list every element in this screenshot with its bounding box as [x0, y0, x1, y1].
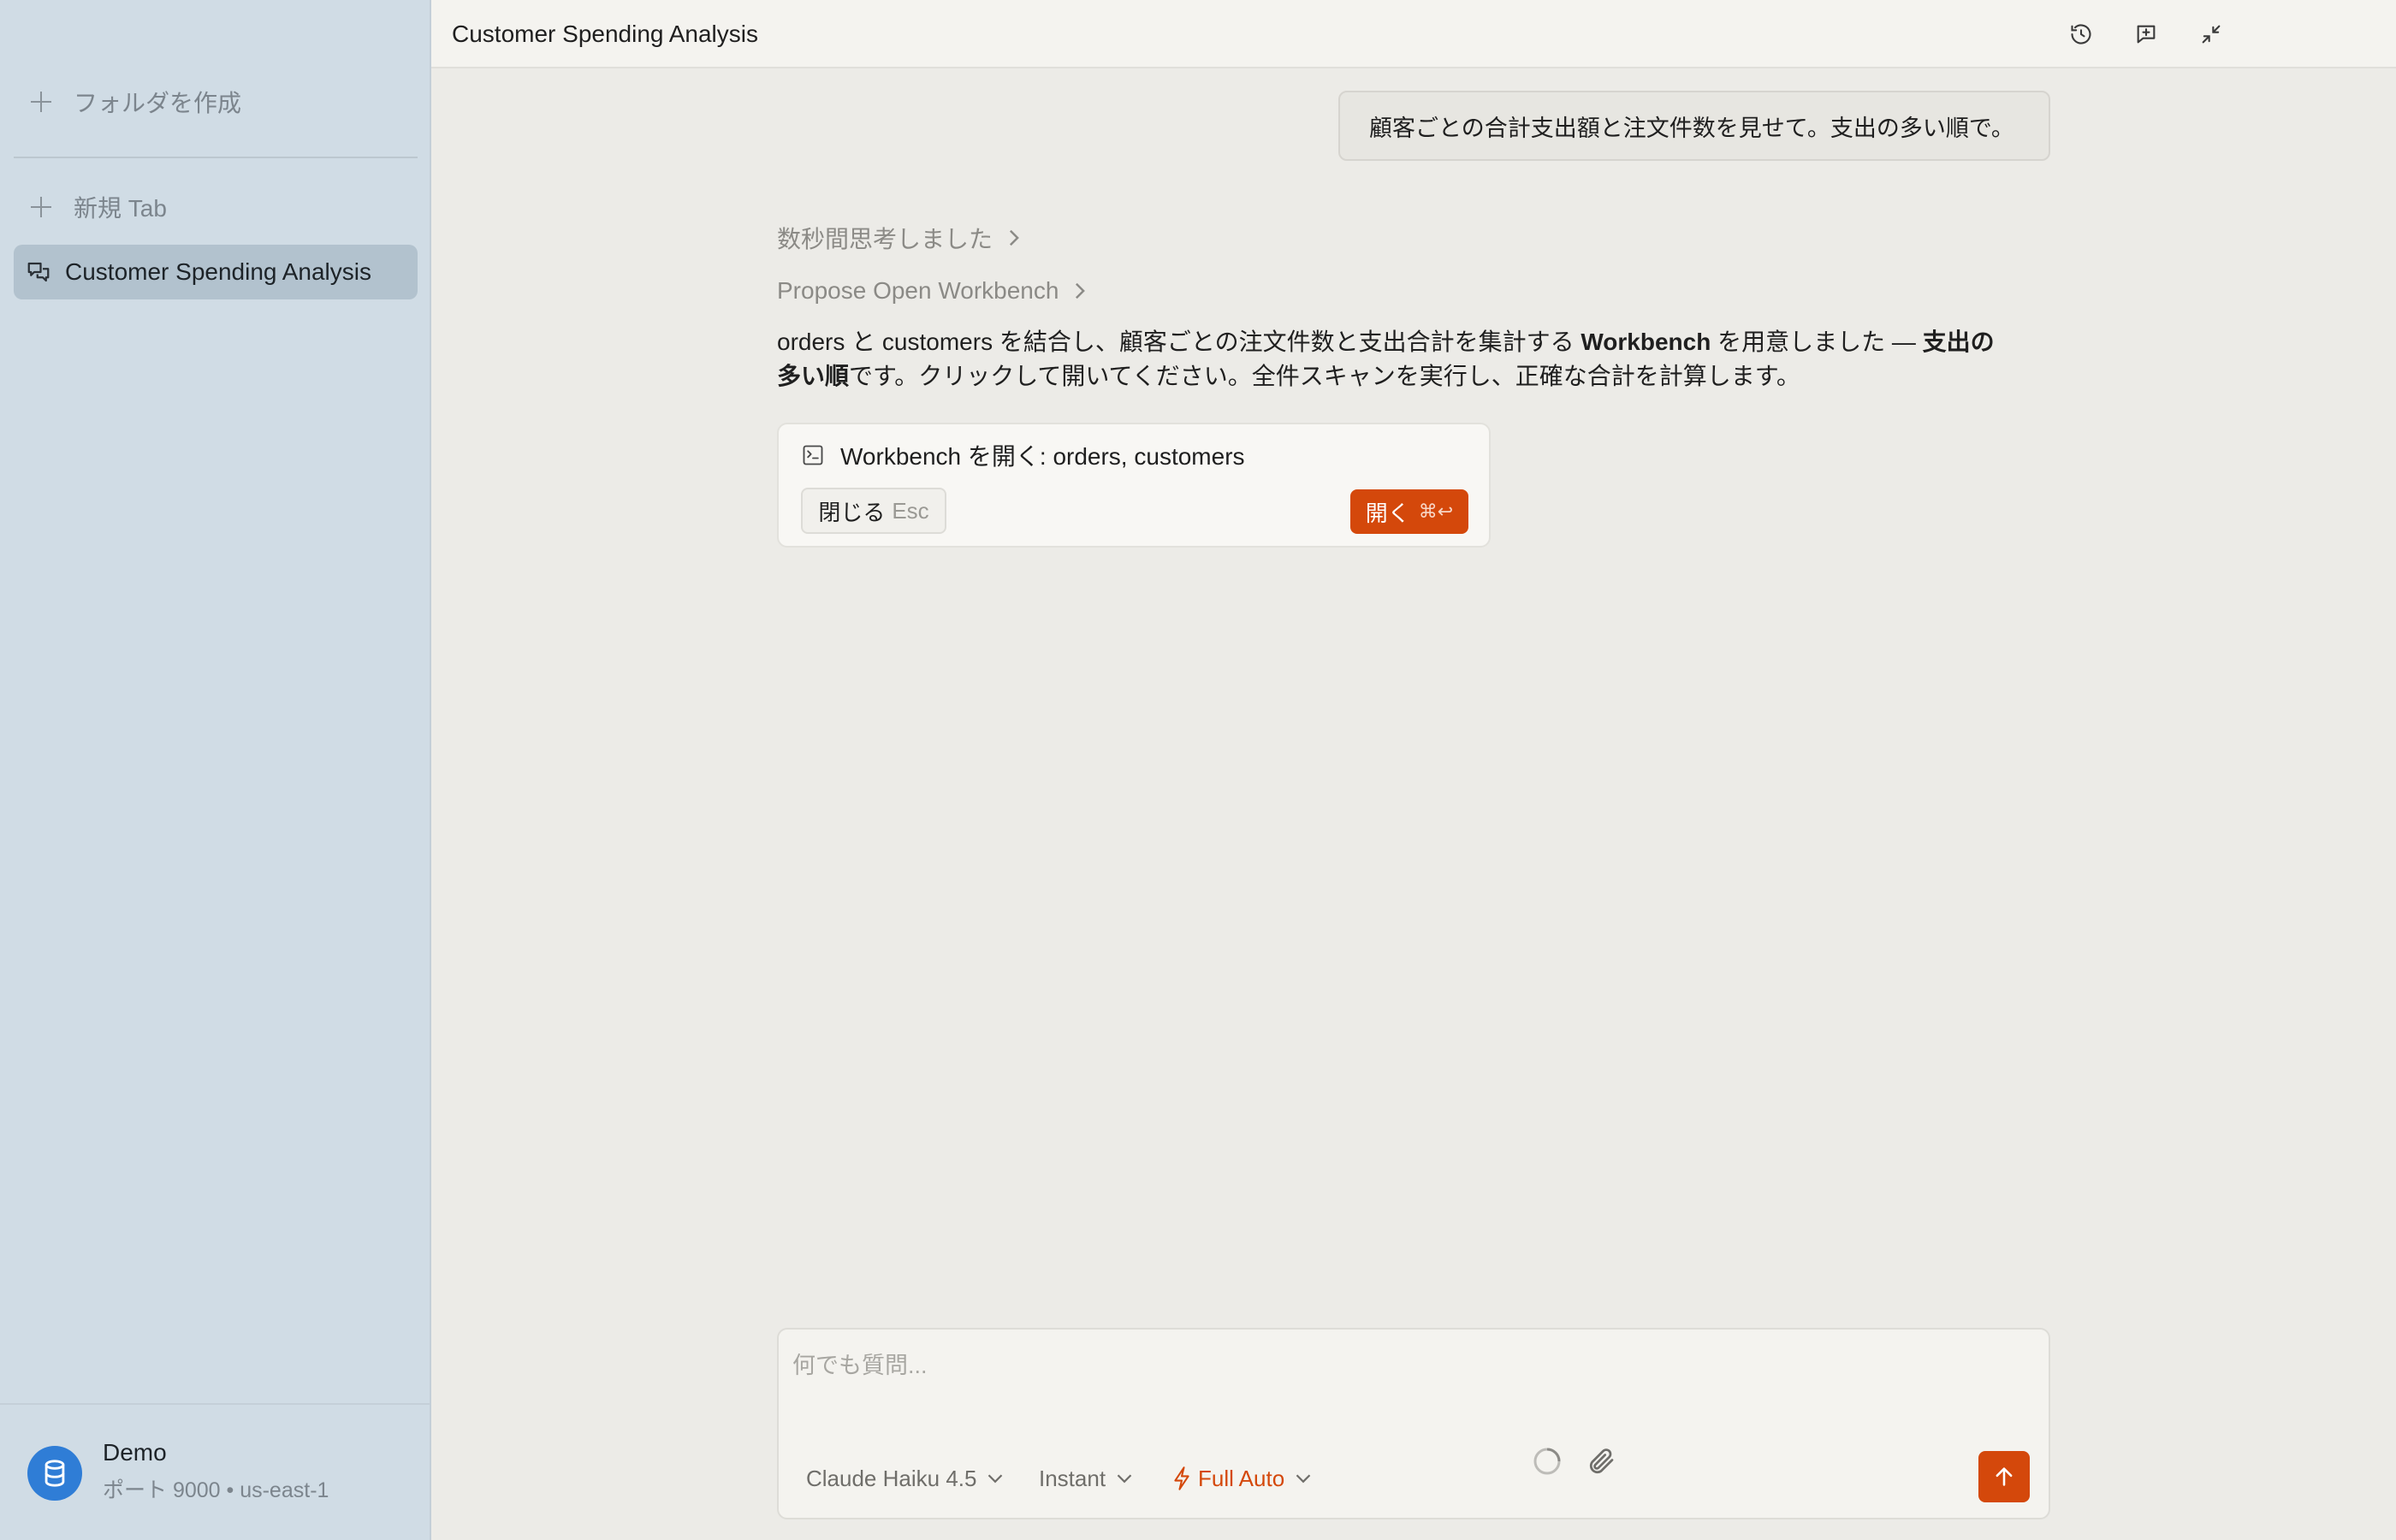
mode-label: Full Auto [1198, 1465, 1285, 1491]
chevron-down-icon [988, 1474, 1003, 1484]
create-folder-button[interactable]: フォルダを作成 [14, 74, 418, 129]
new-chat-icon[interactable] [2129, 17, 2163, 51]
chevron-down-icon [1117, 1474, 1132, 1484]
paperclip-icon[interactable] [1586, 1444, 1617, 1483]
close-shortcut-hint: Esc [892, 497, 929, 524]
answer-bold: Workbench [1581, 329, 1711, 355]
arrow-up-icon [1996, 1467, 2013, 1486]
create-folder-label: フォルダを作成 [74, 90, 242, 116]
thinking-label: 数秒間思考しました [777, 226, 993, 252]
terminal-icon [803, 445, 823, 465]
plus-icon [29, 195, 53, 219]
top-bar: Customer Spending Analysis [431, 0, 2396, 68]
history-icon[interactable] [2064, 17, 2098, 51]
speed-selector[interactable]: Instant [1039, 1461, 1133, 1496]
answer-text: を用意しました — [1711, 329, 1923, 355]
connection-name: Demo [103, 1439, 167, 1466]
assistant-answer: orders と customers を結合し、顧客ごとの注文件数と支出合計を集… [777, 325, 2001, 394]
chevron-right-icon [1076, 282, 1086, 299]
close-label: 閉じる [818, 499, 886, 525]
sidebar-item-customer-spending-analysis[interactable]: Customer Spending Analysis [14, 245, 418, 299]
open-workbench-button[interactable]: 開く ⌘↩ [1350, 489, 1468, 534]
answer-text: です。クリックして開いてください。全件スキャンを実行し、正確な合計を計算します。 [849, 363, 1800, 389]
new-tab-button[interactable]: 新規 Tab [14, 180, 418, 234]
send-button[interactable] [1978, 1451, 2030, 1502]
new-tab-label: 新規 Tab [74, 195, 167, 222]
message-composer: Claude Haiku 4.5 Instant Full Auto [777, 1328, 2050, 1519]
connection-footer[interactable]: Demo ポート 9000 • us-east-1 [0, 1403, 430, 1540]
model-label: Claude Haiku 4.5 [806, 1465, 977, 1491]
user-message-text: 顧客ごとの合計支出額と注文件数を見せて。支出の多い順で。 [1369, 115, 2014, 141]
answer-text: orders と customers を結合し、顧客ごとの注文件数と支出合計を集… [777, 329, 1581, 355]
connection-details: ポート 9000 • us-east-1 [103, 1478, 329, 1502]
card-title-text: Workbench を開く: orders, customers [840, 443, 1245, 470]
page-title: Customer Spending Analysis [452, 21, 758, 47]
thinking-toggle[interactable]: 数秒間思考しました [777, 221, 1022, 255]
loading-spinner-icon [1532, 1446, 1563, 1481]
collapse-icon[interactable] [2194, 17, 2228, 51]
tool-call-toggle[interactable]: Propose Open Workbench [777, 277, 1088, 305]
model-selector[interactable]: Claude Haiku 4.5 [806, 1461, 1004, 1496]
plus-icon [29, 90, 53, 114]
sidebar-divider [14, 157, 418, 158]
open-shortcut-hint: ⌘↩ [1418, 500, 1454, 522]
user-message: 顧客ごとの合計支出額と注文件数を見せて。支出の多い順で。 [1338, 91, 2050, 161]
workbench-proposal-card: Workbench を開く: orders, customers 閉じる Esc… [777, 423, 1491, 548]
close-button[interactable]: 閉じる Esc [801, 488, 946, 534]
open-label: 開く [1365, 500, 1410, 526]
database-icon [27, 1446, 82, 1501]
card-title: Workbench を開く: orders, customers [801, 441, 1245, 470]
sidebar: フォルダを作成 新規 Tab Customer Spending Analysi… [0, 0, 431, 1540]
sidebar-item-label: Customer Spending Analysis [65, 258, 371, 285]
tool-call-label: Propose Open Workbench [777, 277, 1059, 304]
speed-label: Instant [1039, 1465, 1106, 1491]
chevron-down-icon [1296, 1474, 1311, 1484]
chat-bubbles-icon [27, 262, 50, 282]
bolt-icon [1174, 1466, 1189, 1490]
message-input[interactable] [792, 1347, 2025, 1415]
mode-selector[interactable]: Full Auto [1172, 1461, 1312, 1496]
main-panel: Customer Spending Analysis 顧客ごとの合計支出額と注文… [431, 0, 2396, 1540]
chevron-right-icon [1010, 229, 1019, 246]
